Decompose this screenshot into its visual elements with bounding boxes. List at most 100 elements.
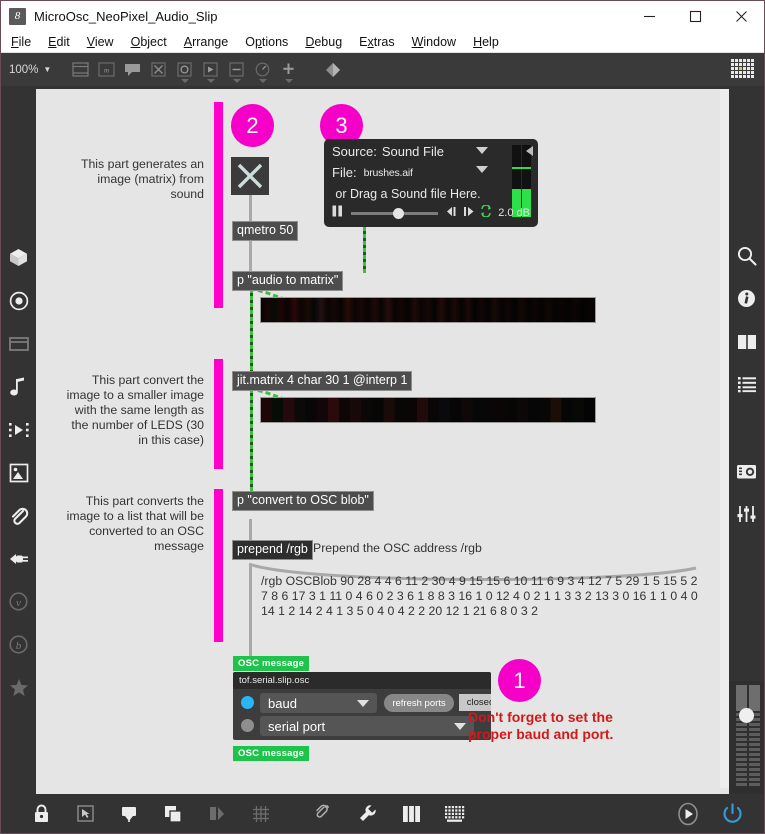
baud-dropdown[interactable]: baud	[260, 693, 377, 713]
zoom-control[interactable]: 100% ▼	[9, 64, 51, 76]
menu-view-rest: iew	[94, 34, 114, 49]
music-note-icon[interactable]	[1, 365, 36, 408]
paint-bucket-icon[interactable]	[321, 57, 344, 82]
beap-b-icon[interactable]: b	[1, 623, 36, 666]
gauge-icon[interactable]	[251, 57, 274, 83]
sound-file-player-panel[interactable]: Source: Sound File File: brushes.aif or …	[324, 139, 538, 227]
gain-meter-widget[interactable]	[729, 681, 764, 795]
comment-icon[interactable]	[121, 57, 144, 82]
add-object-icon[interactable]	[277, 57, 300, 83]
left-sidebar: v b	[1, 86, 36, 794]
button-icon[interactable]	[173, 57, 196, 83]
chevron-down-icon	[454, 723, 466, 730]
menu-options[interactable]: Options	[245, 35, 288, 49]
message-box-icon[interactable]: m	[95, 57, 118, 82]
meter-column-right	[749, 713, 760, 788]
pin-icon[interactable]	[107, 794, 151, 833]
maximize-icon[interactable]	[672, 1, 718, 31]
playbar-icon[interactable]	[199, 57, 222, 83]
grid-icon[interactable]	[239, 794, 283, 833]
serial-port-status-led	[241, 719, 254, 732]
object-jit-matrix[interactable]: jit.matrix 4 char 30 1 @interp 1	[232, 371, 413, 391]
serial-port-dropdown[interactable]: serial port	[260, 716, 474, 736]
presentation-select-icon[interactable]	[63, 794, 107, 833]
chevron-down-icon[interactable]	[476, 147, 488, 154]
gain-knob[interactable]	[739, 708, 754, 723]
menu-view[interactable]: View	[87, 35, 114, 49]
object-convert-to-osc-blob[interactable]: p "convert to OSC blob"	[232, 491, 374, 511]
attach-clipping-icon[interactable]	[301, 794, 345, 833]
step-back-icon[interactable]	[446, 204, 458, 222]
info-icon[interactable]	[729, 277, 764, 320]
refresh-ports-button[interactable]: refresh ports	[384, 694, 454, 712]
gain-value: 2.0 dB	[498, 207, 530, 219]
slider-icon[interactable]	[225, 57, 248, 83]
close-icon[interactable]	[718, 1, 764, 31]
sliders-icon[interactable]	[729, 492, 764, 535]
snap-icon[interactable]	[195, 794, 239, 833]
copy-layers-icon[interactable]	[151, 794, 195, 833]
grid-pattern-icon[interactable]	[731, 59, 754, 78]
menu-arrange[interactable]: Arrange	[184, 35, 228, 49]
pause-icon[interactable]	[332, 204, 343, 222]
drag-sound-hint: or Drag a Sound file Here.	[335, 187, 481, 201]
playhead-slider[interactable]	[351, 207, 439, 219]
power-icon[interactable]	[710, 794, 754, 833]
dsp-power-icon[interactable]	[666, 794, 710, 833]
chevron-down-icon: ▼	[43, 65, 52, 74]
columns-icon[interactable]	[729, 320, 764, 363]
patcher-toolbar: 100% ▼ m	[1, 53, 764, 86]
section-bar-3	[214, 489, 223, 642]
baud-status-led	[241, 696, 254, 709]
keyboard-grid-icon[interactable]	[433, 794, 477, 833]
menu-help[interactable]: Help	[473, 35, 499, 49]
chevron-down-icon	[357, 700, 369, 707]
bottom-toolbar	[1, 788, 764, 833]
chevron-down-icon[interactable]	[476, 166, 488, 173]
menu-debug[interactable]: Debug	[305, 35, 342, 49]
image-icon[interactable]	[1, 451, 36, 494]
lock-icon[interactable]	[19, 794, 63, 833]
baud-label: baud	[268, 695, 297, 711]
target-icon[interactable]	[1, 279, 36, 322]
menu-object[interactable]: Object	[131, 35, 167, 49]
paperclip-icon[interactable]	[1, 494, 36, 537]
panel-window-icon[interactable]	[1, 322, 36, 365]
toggle-x-icon[interactable]	[231, 157, 269, 195]
horizontal-scrollbar[interactable]	[36, 788, 729, 794]
chevron-down-icon	[206, 79, 215, 83]
warning-line-1: Don't forget to set the	[468, 709, 613, 725]
toggle-icon[interactable]	[147, 57, 170, 82]
vizzie-v-icon[interactable]: v	[1, 580, 36, 623]
playhead-knob[interactable]	[392, 207, 404, 219]
star-icon[interactable]	[1, 666, 36, 709]
object-audio-to-matrix[interactable]: p "audio to matrix"	[232, 271, 344, 291]
menu-file[interactable]: File	[11, 35, 31, 49]
svg-text:v: v	[16, 597, 21, 609]
patcher-canvas[interactable]: This part generates an image (matrix) fr…	[36, 89, 729, 794]
menu-edit[interactable]: Edit	[48, 35, 70, 49]
app-icon: 8	[9, 7, 26, 25]
osc-blob-line-1: /rgb OSCBlob 90 28 4 4 6 11 2 30 4 9 15 …	[261, 574, 698, 588]
object-prepend-rgb[interactable]: prepend /rgb	[232, 540, 313, 560]
plug-icon[interactable]	[1, 537, 36, 580]
loop-icon[interactable]	[480, 204, 492, 222]
wrench-icon[interactable]	[345, 794, 389, 833]
cube-3d-icon[interactable]	[1, 236, 36, 279]
search-icon[interactable]	[729, 234, 764, 277]
menu-extras[interactable]: Extras	[359, 35, 394, 49]
menu-extras-rest: tras	[373, 34, 395, 49]
panel-icon[interactable]	[69, 57, 92, 82]
film-strip-icon[interactable]	[1, 408, 36, 451]
list-icon[interactable]	[729, 363, 764, 406]
object-qmetro[interactable]: qmetro 50	[232, 221, 299, 241]
snapshot-camera-icon[interactable]	[729, 449, 764, 492]
osc-message-tag-bottom: OSC message	[233, 746, 310, 761]
keyboard-piano-icon[interactable]	[389, 794, 433, 833]
menu-window[interactable]: Window	[412, 35, 456, 49]
minimize-icon[interactable]	[626, 1, 672, 31]
serial-slip-osc-panel[interactable]: tof.serial.slip.osc baud refresh ports c…	[233, 672, 491, 740]
vertical-scrollbar[interactable]	[720, 89, 729, 794]
window-controls	[626, 1, 764, 31]
step-forward-icon[interactable]	[463, 204, 475, 222]
